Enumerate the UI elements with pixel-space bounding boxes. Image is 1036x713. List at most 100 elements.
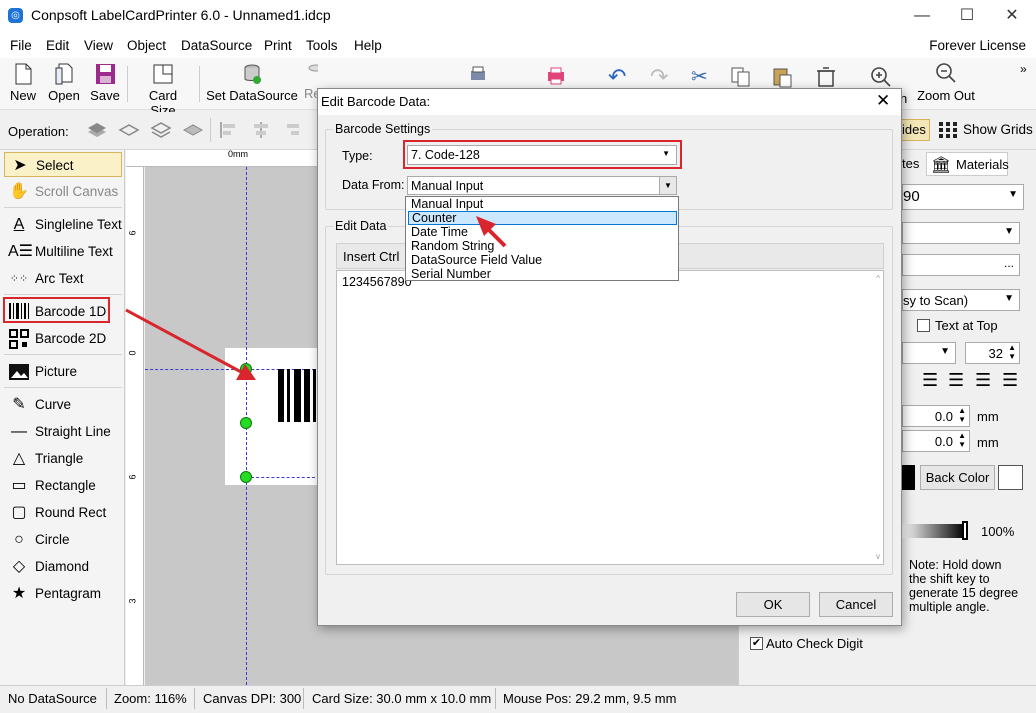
align-left-icon[interactable] <box>218 120 240 140</box>
menu-file[interactable]: File <box>10 38 32 53</box>
tab-materials[interactable]: 🏛 Materials <box>926 152 1009 176</box>
card-size-button[interactable]: Card Size <box>135 62 191 118</box>
tool-scroll-canvas[interactable]: ✋ Scroll Canvas <box>4 179 122 204</box>
auto-check-digit-checkbox[interactable]: ✔ <box>750 637 763 650</box>
opacity-slider-track[interactable] <box>902 524 965 538</box>
tool-picture[interactable]: Picture <box>4 359 122 384</box>
resize-handle[interactable] <box>240 363 252 375</box>
scroll-down-icon[interactable]: v <box>876 552 880 561</box>
data-textarea[interactable]: 1234567890 ^ v <box>336 270 884 565</box>
cut-icon[interactable]: ✂ <box>691 64 708 89</box>
tool-straight-line-label: Straight Line <box>35 424 111 439</box>
delete-icon[interactable] <box>815 66 837 88</box>
type-select[interactable]: 7. Code-128 ▼ <box>407 145 677 165</box>
justify-text-icon[interactable]: ☰ <box>1002 370 1018 391</box>
tool-circle[interactable]: ○ Circle <box>4 527 122 552</box>
option-datasource-field-value[interactable]: DataSource Field Value <box>408 253 677 267</box>
copy-icon[interactable] <box>730 66 752 88</box>
font-size-stepper[interactable]: 32 ▲ ▼ <box>965 342 1020 364</box>
tab-attributes[interactable]: tes <box>902 156 919 171</box>
align-right-icon[interactable] <box>282 120 304 140</box>
tool-triangle[interactable]: △ Triangle <box>4 446 122 471</box>
save-button[interactable]: Save <box>90 62 120 103</box>
back-color-swatch[interactable] <box>998 465 1023 490</box>
print-preview-icon[interactable] <box>468 66 488 86</box>
close-window-button[interactable]: ✕ <box>989 0 1035 31</box>
tool-arc-text[interactable]: ⁘⁘ Arc Text <box>4 266 122 291</box>
zoom-in-icon[interactable] <box>870 66 892 88</box>
tool-multiline-text[interactable]: A☰ Multiline Text <box>4 239 122 264</box>
option-manual-input[interactable]: Manual Input <box>408 197 677 211</box>
stepper-arrows-icon: ▲ ▼ <box>1008 343 1016 361</box>
back-color-button[interactable]: Back Color <box>920 465 995 490</box>
opacity-slider-thumb[interactable] <box>962 521 968 540</box>
maximize-button[interactable]: ☐ <box>944 0 990 31</box>
tool-singleline-text[interactable]: A Singleline Text <box>4 212 122 237</box>
menu-view[interactable]: View <box>84 38 113 53</box>
open-button[interactable]: Open <box>47 62 81 103</box>
new-label: New <box>9 88 36 103</box>
option-date-time[interactable]: Date Time <box>408 225 677 239</box>
ruler-vertical <box>126 167 144 685</box>
paste-icon[interactable] <box>771 66 793 88</box>
data-from-select[interactable]: Manual Input ▼ <box>407 176 677 195</box>
undo-icon[interactable]: ↶ <box>608 64 626 90</box>
text-at-top-checkbox[interactable] <box>917 319 930 332</box>
new-button[interactable]: New <box>9 62 37 103</box>
offset-x-stepper[interactable]: 0.0 ▲ ▼ <box>902 405 970 427</box>
resize-handle[interactable] <box>240 471 252 483</box>
menu-help[interactable]: Help <box>354 38 382 53</box>
menu-print[interactable]: Print <box>264 38 292 53</box>
layer-down-icon[interactable] <box>150 120 172 140</box>
tool-round-rect[interactable]: ▢ Round Rect <box>4 500 122 525</box>
print-icon[interactable] <box>546 66 566 86</box>
layer-up-icon[interactable] <box>118 120 140 140</box>
tool-straight-line[interactable]: — Straight Line <box>4 419 122 444</box>
menu-tools[interactable]: Tools <box>306 38 338 53</box>
align-center-icon[interactable] <box>250 120 272 140</box>
human-readable-select[interactable]: sy to Scan) ▼ <box>902 289 1020 311</box>
status-separator <box>495 688 496 709</box>
toolbar-overflow-icon[interactable]: » <box>1020 62 1027 76</box>
align-right-text-icon[interactable]: ☰ <box>975 370 991 391</box>
redo-icon[interactable]: ↷ <box>650 64 668 90</box>
dialog-close-icon[interactable]: ✕ <box>876 91 890 111</box>
data-browse-field[interactable]: ... <box>902 254 1020 276</box>
fore-color-swatch[interactable] <box>902 465 915 490</box>
menu-object[interactable]: Object <box>127 38 166 53</box>
tool-pentagram[interactable]: ★ Pentagram <box>4 581 122 606</box>
option-serial-number[interactable]: Serial Number <box>408 267 677 281</box>
align-center-text-icon[interactable]: ☰ <box>948 370 964 391</box>
minimize-button[interactable]: — <box>899 0 945 31</box>
resize-handle[interactable] <box>240 417 252 429</box>
option-counter[interactable]: Counter <box>408 211 677 225</box>
offset-y-stepper[interactable]: 0.0 ▲ ▼ <box>902 430 970 452</box>
show-grids-button[interactable]: Show Grids <box>963 122 1033 137</box>
menu-edit[interactable]: Edit <box>46 38 69 53</box>
font-select[interactable]: ▼ <box>902 342 956 364</box>
zoom-out-button[interactable]: Zoom Out <box>914 62 978 103</box>
data-field[interactable]: ▼ <box>902 222 1020 244</box>
tool-diamond[interactable]: ◇ Diamond <box>4 554 122 579</box>
layer-bottom-icon[interactable] <box>182 120 204 140</box>
refresh-button[interactable]: Re <box>304 62 318 101</box>
set-datasource-button[interactable]: Set DataSource <box>206 62 298 103</box>
align-left-text-icon[interactable]: ☰ <box>922 370 938 391</box>
scroll-up-icon[interactable]: ^ <box>876 274 880 283</box>
barcode-bar <box>287 369 290 422</box>
show-guides-toggle[interactable]: ides <box>900 119 930 141</box>
tool-barcode-1d[interactable]: Barcode 1D <box>3 297 110 323</box>
menu-datasource[interactable]: DataSource <box>181 38 252 53</box>
tool-select[interactable]: ➤ Select <box>4 152 122 177</box>
tool-barcode-2d[interactable]: Barcode 2D <box>4 326 122 351</box>
option-random-string[interactable]: Random String <box>408 239 677 253</box>
chevron-down-icon[interactable]: ▼ <box>659 177 676 194</box>
ok-button[interactable]: OK <box>736 592 810 617</box>
license-label: Forever License <box>929 38 1026 53</box>
layer-top-icon[interactable] <box>86 120 108 140</box>
tool-curve[interactable]: ✎ Curve <box>4 392 122 417</box>
cancel-button[interactable]: Cancel <box>819 592 893 617</box>
insert-ctrl-button[interactable]: Insert Ctrl <box>343 249 405 264</box>
tool-rectangle[interactable]: ▭ Rectangle <box>4 473 122 498</box>
barcode-type-field[interactable]: 90 ▼ <box>902 184 1024 210</box>
